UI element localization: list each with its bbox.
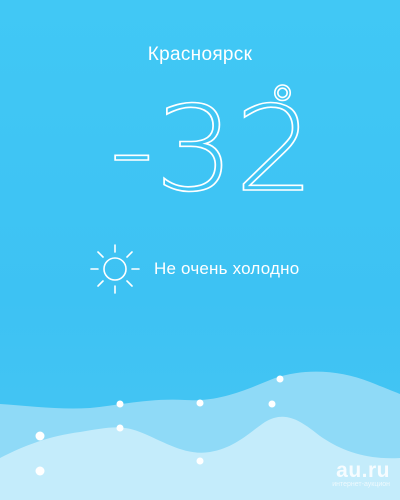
forecast-point bbox=[116, 400, 124, 408]
weather-screen: Красноярск -32 ° Не очень холодно au.ru … bbox=[0, 0, 400, 500]
city-name: Красноярск bbox=[147, 44, 253, 65]
temperature-display: -32 ° bbox=[0, 75, 400, 219]
forecast-point bbox=[276, 375, 284, 383]
forecast-point bbox=[196, 457, 204, 465]
watermark-logo: au.ru bbox=[336, 459, 390, 482]
forecast-point bbox=[196, 399, 204, 407]
forecast-point bbox=[35, 431, 45, 441]
weather-condition: Не очень холодно bbox=[88, 242, 299, 296]
forecast-point bbox=[268, 400, 276, 408]
degree-symbol: ° bbox=[270, 76, 295, 134]
sun-icon bbox=[90, 244, 140, 294]
condition-label: Не очень холодно bbox=[154, 259, 300, 278]
watermark-subtext: интернет-аукцион bbox=[332, 481, 390, 488]
temperature-svg: -32 ° bbox=[108, 75, 316, 219]
watermark: au.ru интернет-аукцион bbox=[332, 459, 390, 488]
forecast-point bbox=[116, 424, 124, 432]
forecast-point bbox=[35, 466, 45, 476]
